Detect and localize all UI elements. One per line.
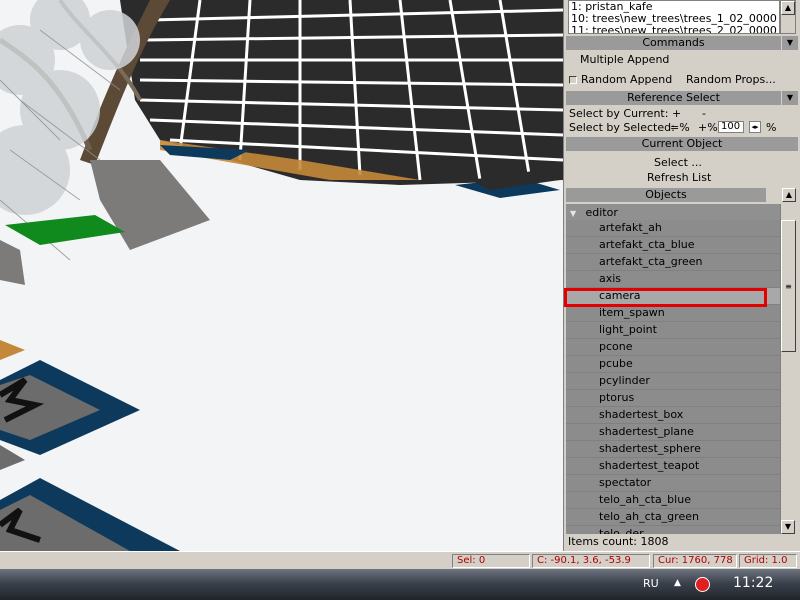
coordinates: C: -90.1, 3.6, -53.9 bbox=[532, 554, 650, 568]
grid-size: Grid: 1.0 bbox=[739, 554, 797, 568]
percent-input[interactable]: 100 bbox=[718, 121, 744, 133]
refresh-list-button[interactable]: Refresh List bbox=[647, 171, 711, 184]
list-item[interactable]: shadertest_plane bbox=[566, 424, 780, 441]
list-item[interactable]: pcone bbox=[566, 339, 780, 356]
list-item[interactable]: artefakt_cta_green bbox=[566, 254, 780, 271]
list-item[interactable]: shadertest_box bbox=[566, 407, 780, 424]
selection-highlight-box bbox=[564, 288, 767, 307]
top-list-scrollbar[interactable]: ▲ bbox=[780, 0, 796, 34]
tray-app-icon[interactable] bbox=[695, 577, 710, 592]
language-indicator[interactable]: RU bbox=[643, 577, 659, 590]
reference-select-header[interactable]: Reference Select bbox=[566, 91, 781, 105]
tree-root-label: editor bbox=[585, 206, 618, 219]
collapse-icon[interactable]: ▼ bbox=[782, 36, 798, 50]
spinner-arrows-icon[interactable]: ◂▸ bbox=[749, 121, 761, 133]
multiple-append-button[interactable]: Multiple Append bbox=[580, 53, 669, 66]
list-item[interactable]: spectator bbox=[566, 475, 780, 492]
scene-render bbox=[0, 0, 563, 551]
list-item[interactable]: shadertest_teapot bbox=[566, 458, 780, 475]
status-bar: Sel: 0 C: -90.1, 3.6, -53.9 Cur: 1760, 7… bbox=[0, 551, 800, 569]
percent-label: % bbox=[766, 121, 777, 134]
list-item[interactable]: pcylinder bbox=[566, 373, 780, 390]
current-object-header: Current Object bbox=[566, 137, 798, 151]
objects-header: Objects bbox=[566, 188, 766, 202]
select-object-button[interactable]: Select ... bbox=[654, 156, 702, 169]
object-list-top[interactable]: 1: pristan_kafe 10: trees\new_trees\tree… bbox=[568, 0, 780, 34]
list-item[interactable]: light_point bbox=[566, 322, 780, 339]
list-item[interactable]: telo_ah_cta_green bbox=[566, 509, 780, 526]
taskbar: RU ▲ 11:22 bbox=[0, 569, 800, 600]
cursor-position: Cur: 1760, 778 bbox=[653, 554, 737, 568]
tree-root-editor[interactable]: ▼ editor bbox=[566, 205, 780, 221]
selection-count: Sel: 0 bbox=[452, 554, 530, 568]
scroll-up-icon[interactable]: ▲ bbox=[782, 188, 796, 202]
random-append-label: Random Append bbox=[581, 73, 673, 86]
select-current-minus-button[interactable]: - bbox=[702, 107, 706, 120]
side-panel: 1: pristan_kafe 10: trees\new_trees\tree… bbox=[563, 0, 800, 551]
scroll-up-icon[interactable]: ▲ bbox=[781, 1, 795, 15]
random-props-button[interactable]: Random Props... bbox=[686, 73, 776, 86]
collapse-icon[interactable]: ▼ bbox=[782, 91, 798, 105]
checkbox-icon[interactable] bbox=[569, 76, 577, 84]
select-current-plus-button[interactable]: + bbox=[672, 107, 681, 120]
select-eq-pct-button[interactable]: =% bbox=[670, 121, 690, 134]
list-item[interactable]: telo_ah_cta_blue bbox=[566, 492, 780, 509]
objects-tree[interactable]: ▼ editor artefakt_ah artefakt_cta_blue a… bbox=[566, 204, 780, 534]
list-item[interactable]: axis bbox=[566, 271, 780, 288]
scroll-down-icon[interactable]: ▼ bbox=[781, 520, 795, 534]
items-count: Items count: 1808 bbox=[568, 535, 669, 548]
clock[interactable]: 11:22 bbox=[733, 575, 773, 591]
select-plus-pct-button[interactable]: +% bbox=[698, 121, 718, 134]
random-append-checkbox[interactable]: Random Append bbox=[569, 73, 672, 86]
list-item[interactable]: item_spawn bbox=[566, 305, 780, 322]
scroll-thumb[interactable]: ≡ bbox=[781, 220, 796, 352]
show-hidden-icons-icon[interactable]: ▲ bbox=[674, 578, 681, 588]
list-item[interactable]: shadertest_sphere bbox=[566, 441, 780, 458]
objects-scrollbar[interactable]: ≡ ▼ bbox=[780, 204, 796, 534]
select-by-current-label: Select by Current: bbox=[569, 107, 669, 120]
list-item[interactable]: artefakt_cta_blue bbox=[566, 237, 780, 254]
3d-viewport[interactable] bbox=[0, 0, 563, 551]
list-item[interactable]: 11: trees\new_trees\trees_2_02_0000 bbox=[569, 25, 779, 34]
commands-header[interactable]: Commands bbox=[566, 36, 781, 50]
list-item[interactable]: pcube bbox=[566, 356, 780, 373]
list-item[interactable]: ptorus bbox=[566, 390, 780, 407]
list-item[interactable]: telo_der... bbox=[566, 526, 780, 534]
list-item[interactable]: artefakt_ah bbox=[566, 220, 780, 237]
